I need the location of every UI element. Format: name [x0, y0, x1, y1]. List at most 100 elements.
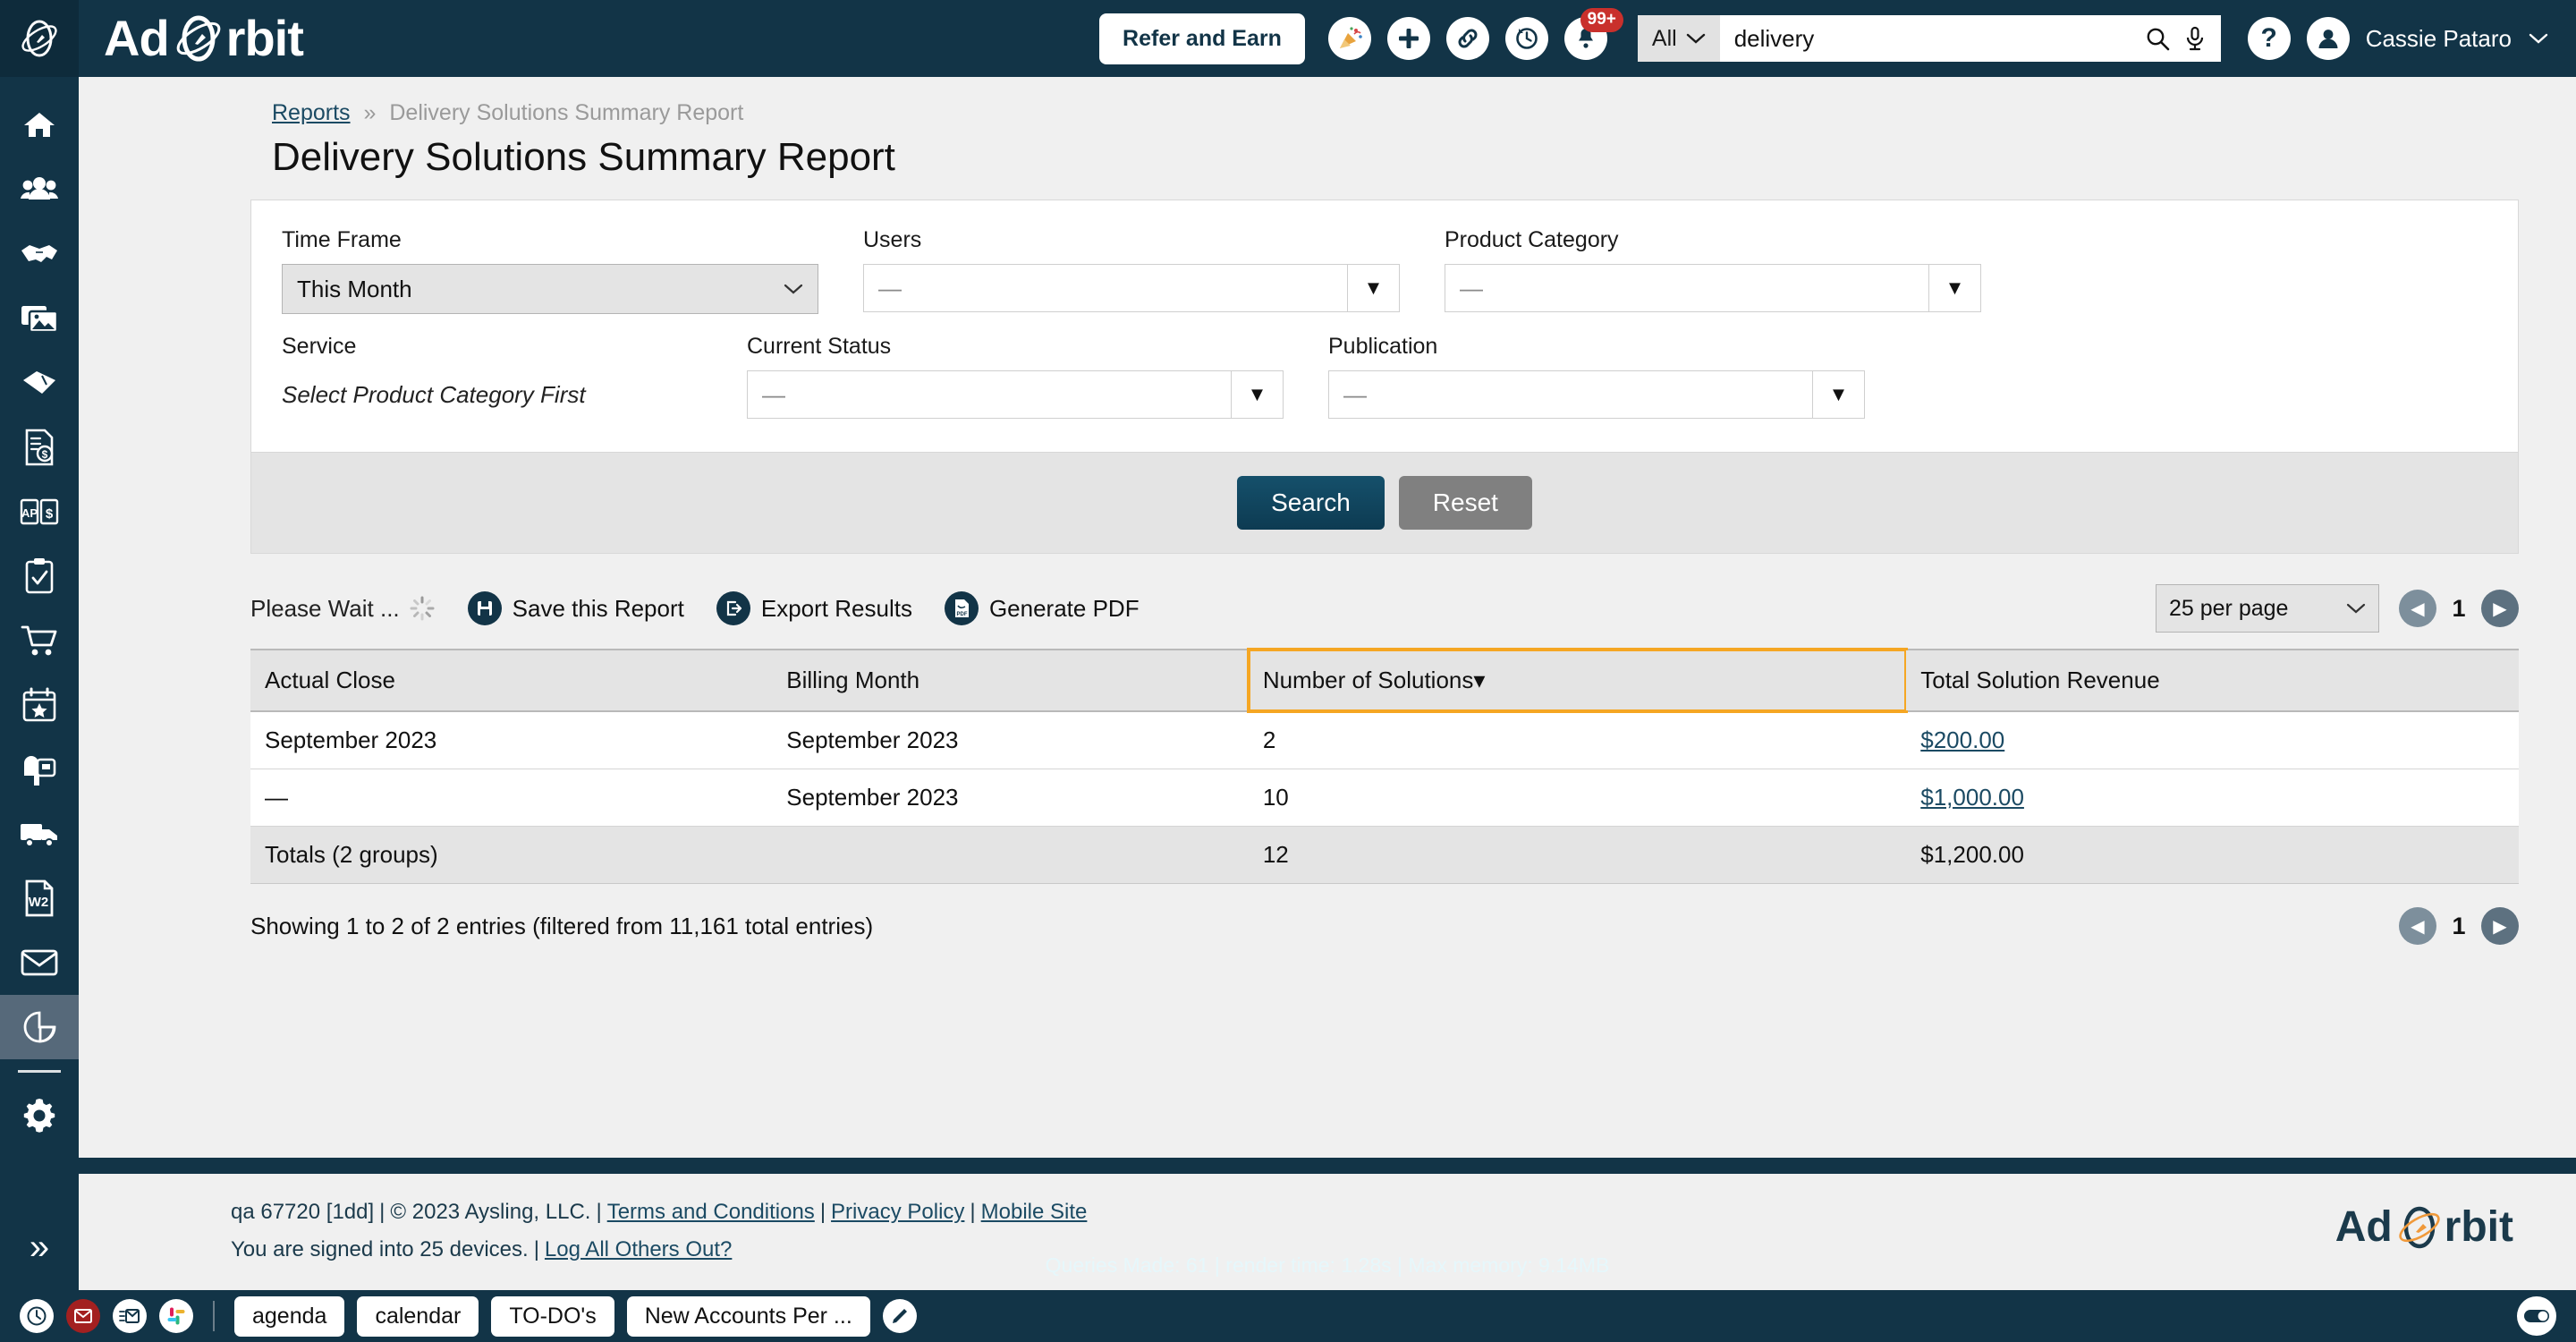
- sidebar-item-w2[interactable]: W2: [0, 866, 79, 930]
- current-status-value: —: [762, 380, 785, 408]
- taskbar-tab-new-accounts[interactable]: New Accounts Per ...: [626, 1295, 870, 1337]
- footer-link-terms[interactable]: Terms and Conditions: [607, 1200, 815, 1224]
- top-navigation-bar: Ad rbit Refer and Earn 99+ All delivery …: [0, 0, 2576, 77]
- product-category-label: Product Category: [1445, 227, 1619, 252]
- publication-select[interactable]: — ▼: [1328, 370, 1865, 419]
- publication-label: Publication: [1328, 334, 1438, 359]
- sidebar-item-settings[interactable]: [0, 1083, 79, 1148]
- save-this-report-button[interactable]: Save this Report: [467, 591, 684, 625]
- users-select[interactable]: — ▼: [863, 264, 1400, 312]
- history-icon[interactable]: [1504, 17, 1548, 60]
- footer-brand-prefix: Ad: [2334, 1203, 2393, 1251]
- revenue-link[interactable]: $1,000.00: [1920, 784, 2024, 811]
- publication-value: —: [1343, 380, 1367, 408]
- sidebar-item-media[interactable]: [0, 286, 79, 351]
- ap-book-icon: AP $: [20, 498, 59, 525]
- chevron-down-icon[interactable]: [2528, 31, 2549, 46]
- sidebar-item-invoices[interactable]: $: [0, 415, 79, 480]
- caret-down-icon[interactable]: ▼: [1347, 265, 1399, 311]
- sidebar-item-tasks[interactable]: [0, 544, 79, 608]
- unread-mail-icon[interactable]: [66, 1299, 100, 1333]
- reset-button[interactable]: Reset: [1398, 476, 1532, 530]
- sidebar-item-email[interactable]: [0, 930, 79, 995]
- sidebar-item-sales[interactable]: [0, 222, 79, 286]
- refer-and-earn-button[interactable]: Refer and Earn: [1099, 13, 1305, 64]
- help-glyph: ?: [2260, 23, 2277, 53]
- current-page-number: 1: [2452, 912, 2466, 939]
- calendar-star-icon: [22, 687, 56, 722]
- avatar[interactable]: [2306, 17, 2350, 60]
- revenue-link[interactable]: $200.00: [1920, 726, 2004, 753]
- clock-icon[interactable]: [20, 1299, 54, 1333]
- sidebar-item-distribution[interactable]: [0, 802, 79, 866]
- cell-billing-month: September 2023: [772, 711, 1249, 769]
- caret-down-icon[interactable]: ▼: [1231, 371, 1283, 418]
- column-header-total-solution-revenue[interactable]: Total Solution Revenue: [1906, 649, 2519, 712]
- user-area[interactable]: ? Cassie Pataro: [2247, 17, 2549, 60]
- sidebar-item-home[interactable]: [0, 93, 79, 157]
- column-header-billing-month[interactable]: Billing Month: [772, 649, 1249, 712]
- sidebar-expand-button[interactable]: »: [0, 1220, 79, 1274]
- current-page-number: 1: [2452, 594, 2466, 622]
- footer-logo-text: Ad rbit: [2335, 1202, 2513, 1253]
- table-totals-row: Totals (2 groups) 12 $1,200.00: [250, 826, 2519, 884]
- breadcrumb-link-reports[interactable]: Reports: [272, 100, 351, 125]
- current-status-select[interactable]: — ▼: [747, 370, 1284, 419]
- mail-list-icon[interactable]: [113, 1299, 147, 1333]
- per-page-select[interactable]: 25 per page: [2156, 584, 2379, 633]
- table-row[interactable]: — September 2023 10 $1,000.00: [250, 769, 2519, 827]
- search-field[interactable]: [1719, 15, 2221, 62]
- search-button[interactable]: Search: [1237, 476, 1385, 530]
- edit-pencil-icon[interactable]: [882, 1299, 917, 1333]
- column-header-actual-close[interactable]: Actual Close: [250, 649, 773, 712]
- report-toolbar: Please Wait ... Save this Report Export …: [250, 584, 2519, 633]
- time-frame-select[interactable]: This Month: [282, 264, 818, 314]
- search-input[interactable]: [1733, 24, 2131, 53]
- brand[interactable]: Ad rbit: [104, 11, 304, 66]
- current-status-label: Current Status: [747, 334, 892, 359]
- report-table-body: September 2023 September 2023 2 $200.00 …: [250, 711, 2519, 884]
- next-page-button[interactable]: ▶: [2481, 907, 2519, 945]
- celebrate-icon[interactable]: [1327, 17, 1371, 60]
- next-page-button[interactable]: ▶: [2481, 590, 2519, 627]
- user-glyph: [2318, 30, 2338, 48]
- search-icon[interactable]: [2144, 25, 2171, 52]
- previous-page-button[interactable]: ◀: [2399, 590, 2436, 627]
- taskbar-divider: [213, 1301, 215, 1331]
- microphone-icon[interactable]: [2183, 25, 2207, 52]
- sidebar-item-contacts[interactable]: [0, 157, 79, 222]
- slack-icon[interactable]: [159, 1299, 193, 1333]
- table-row[interactable]: September 2023 September 2023 2 $200.00: [250, 711, 2519, 769]
- search-scope-dropdown[interactable]: All: [1637, 15, 1720, 62]
- party-popper-glyph: [1339, 27, 1362, 48]
- taskbar-tab-calendar[interactable]: calendar: [357, 1295, 479, 1337]
- sidebar-item-orders[interactable]: [0, 608, 79, 673]
- help-icon[interactable]: ?: [2247, 17, 2291, 60]
- taskbar-tab-agenda[interactable]: agenda: [234, 1295, 345, 1337]
- caret-down-icon[interactable]: ▼: [1928, 265, 1980, 311]
- sidebar-item-mailbox[interactable]: [0, 737, 79, 802]
- export-glyph: [726, 600, 741, 616]
- sidebar-item-events[interactable]: [0, 673, 79, 737]
- clipboard-check-icon: [25, 558, 54, 594]
- cell-solutions: 2: [1248, 711, 1907, 769]
- caret-down-icon[interactable]: ▼: [1812, 371, 1864, 418]
- previous-page-button[interactable]: ◀: [2399, 907, 2436, 945]
- link-icon[interactable]: [1445, 17, 1489, 60]
- users-label: Users: [863, 227, 922, 252]
- product-category-select[interactable]: — ▼: [1445, 264, 1981, 312]
- logo-mark[interactable]: [0, 0, 79, 77]
- sidebar-item-reports[interactable]: [0, 995, 79, 1059]
- toggle-switch-icon[interactable]: [2517, 1296, 2556, 1336]
- notifications-bell-icon[interactable]: 99+: [1563, 8, 1623, 60]
- filter-grid: Time Frame This Month Users — ▼ Product …: [251, 200, 2518, 452]
- sidebar-item-accounts-payable[interactable]: AP $: [0, 480, 79, 544]
- footer-link-privacy[interactable]: Privacy Policy: [831, 1200, 964, 1224]
- footer-link-mobile[interactable]: Mobile Site: [981, 1200, 1088, 1224]
- export-results-button[interactable]: Export Results: [716, 591, 912, 625]
- taskbar-tab-todos[interactable]: TO-DO's: [491, 1295, 614, 1337]
- column-header-number-of-solutions[interactable]: Number of Solutions▾: [1246, 648, 1909, 713]
- generate-pdf-button[interactable]: PDF Generate PDF: [944, 591, 1140, 625]
- add-icon[interactable]: [1386, 17, 1430, 60]
- sidebar-item-tickets[interactable]: [0, 351, 79, 415]
